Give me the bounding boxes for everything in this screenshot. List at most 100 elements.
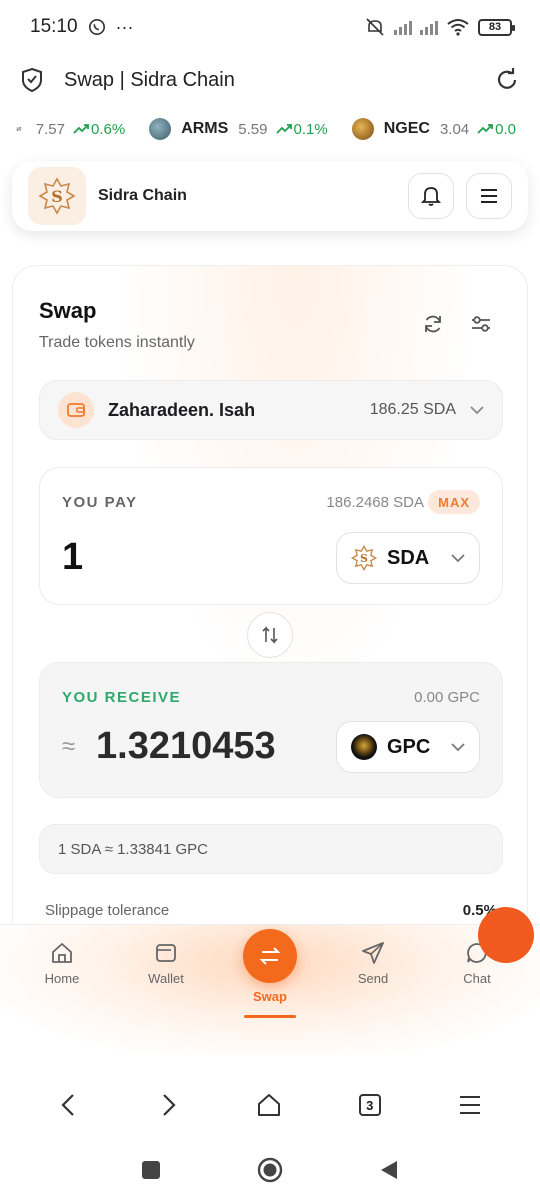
home-button-icon[interactable] xyxy=(257,1157,283,1183)
clock: 15:10 xyxy=(30,16,78,37)
trend-up-icon xyxy=(275,124,292,134)
refresh-icon xyxy=(425,315,441,333)
browser-bar: Swap | Sidra Chain xyxy=(0,54,540,106)
trend-up-icon xyxy=(73,124,89,134)
svg-text:S: S xyxy=(360,552,368,565)
ticker-change-value: 0.6% xyxy=(90,120,126,138)
pay-amount-input[interactable]: 1 xyxy=(62,536,83,579)
ticker-change: 0.0 xyxy=(477,121,516,138)
pay-balance: 186.2468 SDA xyxy=(326,494,424,511)
settings-button[interactable] xyxy=(467,310,495,338)
ngec-coin-icon xyxy=(351,118,374,140)
menu-button[interactable] xyxy=(466,173,512,219)
ticker-item[interactable]: ARMS 5.59 0.1% xyxy=(149,118,328,140)
hamburger-icon xyxy=(481,189,497,203)
nav-swap[interactable] xyxy=(243,929,297,983)
max-button[interactable]: MAX xyxy=(428,490,480,514)
signal-icon xyxy=(394,19,412,35)
floating-action-button[interactable] xyxy=(478,907,534,963)
bottom-navigation: Home Wallet Swap Send Chat xyxy=(0,924,540,1054)
bell-icon xyxy=(421,187,441,206)
forward-icon[interactable] xyxy=(157,1092,179,1118)
system-navigation xyxy=(0,1140,540,1200)
ticker-change: 0.6% xyxy=(73,121,125,138)
nav-send-label: Send xyxy=(357,971,389,986)
nav-send[interactable]: Send xyxy=(333,941,413,986)
receive-label: YOU RECEIVE xyxy=(62,689,182,706)
back-triangle-icon[interactable] xyxy=(379,1159,399,1181)
ticker-price: 5.59 xyxy=(238,120,268,138)
slippage-label: Slippage tolerance xyxy=(45,902,170,919)
ticker-price: 3.04 xyxy=(439,120,470,138)
account-balance: 186.25 SDA xyxy=(369,401,456,418)
receive-balance: 0.00 GPC xyxy=(414,689,480,706)
more-notifications: ··· xyxy=(115,16,134,37)
pay-token-selector[interactable]: S SDA xyxy=(336,532,480,584)
nav-home[interactable]: Home xyxy=(22,941,102,986)
recents-icon[interactable] xyxy=(141,1160,161,1180)
receive-amount: 1.3210453 xyxy=(96,725,276,767)
chevron-down-icon xyxy=(451,743,465,752)
wallet-icon xyxy=(156,944,176,962)
price-ticker: 7.57 0.6% ARMS 5.59 0.1% NGEC 3.04 0.0 xyxy=(0,108,540,150)
chevron-down-icon xyxy=(451,554,465,563)
home-icon xyxy=(52,943,72,963)
arms-coin-icon xyxy=(149,118,172,140)
reload-icon[interactable] xyxy=(494,67,520,93)
pay-label: YOU PAY xyxy=(62,494,138,511)
tabs-button[interactable]: 3 xyxy=(358,1094,381,1116)
ticker-name: NGEC xyxy=(383,120,430,137)
swap-arrows-icon xyxy=(259,947,281,965)
ticker-name: ARMS xyxy=(181,120,229,137)
browser-navigation: 3 xyxy=(0,1070,540,1140)
exchange-rate: 1 SDA ≈ 1.33841 GPC xyxy=(39,824,503,874)
receive-panel: YOU RECEIVE 0.00 GPC ≈ 1.3210453 GPC xyxy=(39,662,503,798)
wifi-icon xyxy=(447,19,469,36)
menu-icon[interactable] xyxy=(458,1094,482,1116)
nav-wallet[interactable]: Wallet xyxy=(126,941,206,986)
ticker-change-value: 0.0 xyxy=(495,120,516,138)
sliders-icon xyxy=(472,316,490,332)
back-icon[interactable] xyxy=(58,1092,80,1118)
app-header: S Sidra Chain xyxy=(12,161,528,231)
signal-icon-2 xyxy=(420,19,438,35)
page-title: Swap | Sidra Chain xyxy=(64,68,235,91)
ticker-item[interactable]: 7.57 0.6% xyxy=(36,121,125,138)
ticker-change: 0.1% xyxy=(275,120,328,138)
swap-vertical-icon xyxy=(262,626,278,644)
svg-text:S: S xyxy=(51,187,63,206)
sidra-logo[interactable]: S xyxy=(28,167,86,225)
active-tab-indicator xyxy=(244,1015,296,1018)
ticker-change-value: 0.1% xyxy=(293,120,328,138)
notifications-button[interactable] xyxy=(408,173,454,219)
gpc-token-icon xyxy=(351,734,377,760)
status-bar: 15:10 ··· 83 xyxy=(0,0,540,54)
pay-panel: YOU PAY 186.2468 SDA MAX 1 S SDA xyxy=(39,467,503,605)
ticker-price: 7.57 xyxy=(35,120,65,138)
flip-direction-button[interactable] xyxy=(247,612,293,658)
nav-swap-label: Swap xyxy=(253,989,287,1004)
sidra-logo-icon: S xyxy=(38,177,76,215)
ticker-item[interactable]: NGEC 3.04 0.0 xyxy=(351,118,516,140)
home-icon[interactable] xyxy=(256,1092,282,1118)
pay-token-name: SDA xyxy=(387,546,430,569)
swap-card: Swap Trade tokens instantly Zaharadeen. … xyxy=(12,265,528,965)
swap-arrows-icon xyxy=(16,126,22,132)
refresh-button[interactable] xyxy=(419,310,447,338)
receive-token-selector[interactable]: GPC xyxy=(336,721,480,773)
wallet-badge xyxy=(58,392,94,428)
swap-subtitle: Trade tokens instantly xyxy=(39,334,195,351)
shield-icon[interactable] xyxy=(20,67,44,93)
send-icon xyxy=(362,942,384,964)
chevron-down-icon xyxy=(470,406,484,415)
nav-chat-label: Chat xyxy=(463,971,491,986)
account-selector[interactable]: Zaharadeen. Isah 186.25 SDA xyxy=(39,380,503,440)
nav-home-label: Home xyxy=(44,971,80,986)
mute-icon xyxy=(366,18,384,36)
swap-title: Swap xyxy=(39,298,97,323)
sda-token-icon: S xyxy=(351,545,377,571)
approx-symbol: ≈ xyxy=(62,733,76,760)
battery-indicator: 83 xyxy=(478,18,515,36)
brand-name: Sidra Chain xyxy=(98,187,187,204)
trend-up-icon xyxy=(477,124,494,134)
